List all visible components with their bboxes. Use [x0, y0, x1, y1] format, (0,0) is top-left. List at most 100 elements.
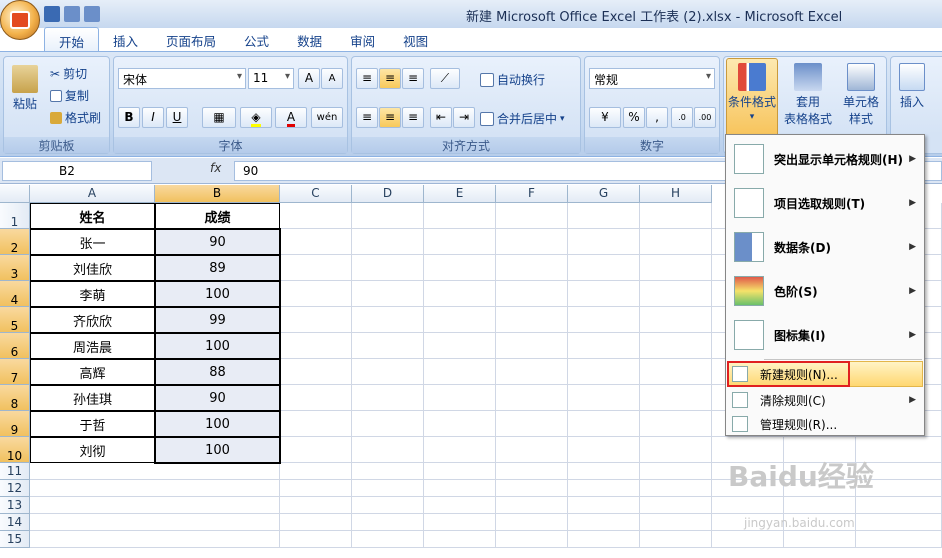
column-header-g[interactable]: G: [568, 185, 640, 203]
bold-button[interactable]: B: [118, 107, 140, 128]
redo-icon[interactable]: [84, 6, 100, 22]
font-name-select[interactable]: 宋体: [118, 68, 246, 89]
font-size-select[interactable]: 11: [248, 68, 294, 89]
score-cell[interactable]: 100: [155, 437, 280, 463]
tab-page-layout[interactable]: 页面布局: [152, 27, 230, 51]
tab-view[interactable]: 视图: [389, 27, 442, 51]
decrease-indent-button[interactable]: ⇤: [430, 107, 452, 128]
name-cell[interactable]: 齐欣欣: [30, 307, 155, 333]
tab-home[interactable]: 开始: [44, 27, 100, 51]
header-cell-name[interactable]: 姓名: [30, 203, 155, 229]
column-header-c[interactable]: C: [280, 185, 352, 203]
row-header-4[interactable]: 4: [0, 281, 30, 307]
tab-insert[interactable]: 插入: [99, 27, 152, 51]
tab-data[interactable]: 数据: [283, 27, 336, 51]
comma-button[interactable]: ,: [646, 107, 668, 128]
row-header-11[interactable]: 11: [0, 463, 30, 480]
tab-formulas[interactable]: 公式: [230, 27, 283, 51]
score-cell[interactable]: 100: [155, 333, 280, 359]
grow-font-button[interactable]: A: [298, 68, 320, 89]
name-cell[interactable]: 高辉: [30, 359, 155, 385]
row-header-13[interactable]: 13: [0, 497, 30, 514]
row-header-15[interactable]: 15: [0, 531, 30, 548]
name-cell[interactable]: 张一: [30, 229, 155, 255]
increase-indent-button[interactable]: ⇥: [453, 107, 475, 128]
menu-item-highlight-rules[interactable]: 突出显示单元格规则(H) ▶: [726, 137, 924, 181]
row-header-7[interactable]: 7: [0, 359, 30, 385]
align-center-button[interactable]: ≡: [379, 107, 401, 128]
column-header-f[interactable]: F: [496, 185, 568, 203]
percent-button[interactable]: %: [623, 107, 645, 128]
column-header-a[interactable]: A: [30, 185, 155, 203]
row-header-3[interactable]: 3: [0, 255, 30, 281]
office-button[interactable]: [0, 0, 40, 40]
menu-item-clear-rules[interactable]: 清除规则(C) ▶: [726, 387, 924, 413]
column-header-b[interactable]: B: [155, 185, 280, 203]
undo-icon[interactable]: [64, 6, 80, 22]
name-cell[interactable]: 刘彻: [30, 437, 155, 463]
score-cell[interactable]: 90: [155, 385, 280, 411]
header-cell-score[interactable]: 成绩: [155, 203, 280, 229]
row-header-9[interactable]: 9: [0, 411, 30, 437]
menu-item-icon-sets[interactable]: 图标集(I) ▶: [726, 313, 924, 357]
name-cell[interactable]: 孙佳琪: [30, 385, 155, 411]
row-header-8[interactable]: 8: [0, 385, 30, 411]
align-bottom-button[interactable]: ≡: [402, 68, 424, 89]
tab-review[interactable]: 审阅: [336, 27, 389, 51]
column-header-d[interactable]: D: [352, 185, 424, 203]
name-cell[interactable]: 刘佳欣: [30, 255, 155, 281]
phonetic-button[interactable]: wén: [311, 107, 343, 128]
align-top-button[interactable]: ≡: [356, 68, 378, 89]
function-icon[interactable]: fx: [210, 161, 221, 175]
row-header-6[interactable]: 6: [0, 333, 30, 359]
merge-center-button[interactable]: 合并后居中 ▾: [480, 110, 565, 127]
row-header-2[interactable]: 2: [0, 229, 30, 255]
name-box[interactable]: B2: [2, 161, 152, 181]
underline-button[interactable]: U: [166, 107, 188, 128]
cell-styles-button[interactable]: 单元格 样式: [836, 63, 886, 127]
border-button[interactable]: ▦: [202, 107, 236, 128]
score-cell[interactable]: 100: [155, 281, 280, 307]
font-color-button[interactable]: A: [275, 107, 307, 128]
orientation-button[interactable]: ⟋: [430, 68, 460, 89]
name-cell[interactable]: 李萌: [30, 281, 155, 307]
row-header-12[interactable]: 12: [0, 480, 30, 497]
fill-color-button[interactable]: ◈: [240, 107, 272, 128]
column-header-e[interactable]: E: [424, 185, 496, 203]
row-header-5[interactable]: 5: [0, 307, 30, 333]
currency-button[interactable]: ¥: [589, 107, 621, 128]
menu-item-top-bottom-rules[interactable]: 项目选取规则(T) ▶: [726, 181, 924, 225]
name-cell[interactable]: 周浩晨: [30, 333, 155, 359]
decrease-decimal-button[interactable]: .00: [694, 107, 716, 128]
row-header-14[interactable]: 14: [0, 514, 30, 531]
number-format-select[interactable]: 常规: [589, 68, 715, 89]
shrink-font-button[interactable]: A: [321, 68, 343, 89]
menu-item-manage-rules[interactable]: 管理规则(R)...: [726, 411, 924, 437]
align-left-button[interactable]: ≡: [356, 107, 378, 128]
row-header-1[interactable]: 1: [0, 203, 30, 229]
menu-item-data-bars[interactable]: 数据条(D) ▶: [726, 225, 924, 269]
insert-cells-button[interactable]: 插入: [899, 63, 925, 110]
cut-button[interactable]: ✂ 剪切: [50, 65, 87, 82]
score-cell[interactable]: 100: [155, 411, 280, 437]
copy-button[interactable]: 复制: [50, 87, 89, 104]
select-all-corner[interactable]: [0, 185, 30, 203]
column-header-h[interactable]: H: [640, 185, 712, 203]
italic-button[interactable]: I: [142, 107, 164, 128]
score-cell[interactable]: 99: [155, 307, 280, 333]
save-icon[interactable]: [44, 6, 60, 22]
paste-button[interactable]: 粘贴: [12, 65, 38, 112]
name-cell[interactable]: 于哲: [30, 411, 155, 437]
format-painter-button[interactable]: 格式刷: [50, 109, 101, 126]
conditional-formatting-button[interactable]: 条件格式 ▾: [726, 58, 778, 138]
score-cell[interactable]: 90: [155, 229, 280, 255]
increase-decimal-button[interactable]: .0: [671, 107, 693, 128]
align-right-button[interactable]: ≡: [402, 107, 424, 128]
align-middle-button[interactable]: ≡: [379, 68, 401, 89]
wrap-text-button[interactable]: 自动换行: [480, 71, 545, 88]
format-as-table-button[interactable]: 套用 表格格式: [782, 63, 834, 127]
score-cell[interactable]: 88: [155, 359, 280, 385]
score-cell[interactable]: 89: [155, 255, 280, 281]
row-header-10[interactable]: 10: [0, 437, 30, 463]
menu-item-color-scales[interactable]: 色阶(S) ▶: [726, 269, 924, 313]
